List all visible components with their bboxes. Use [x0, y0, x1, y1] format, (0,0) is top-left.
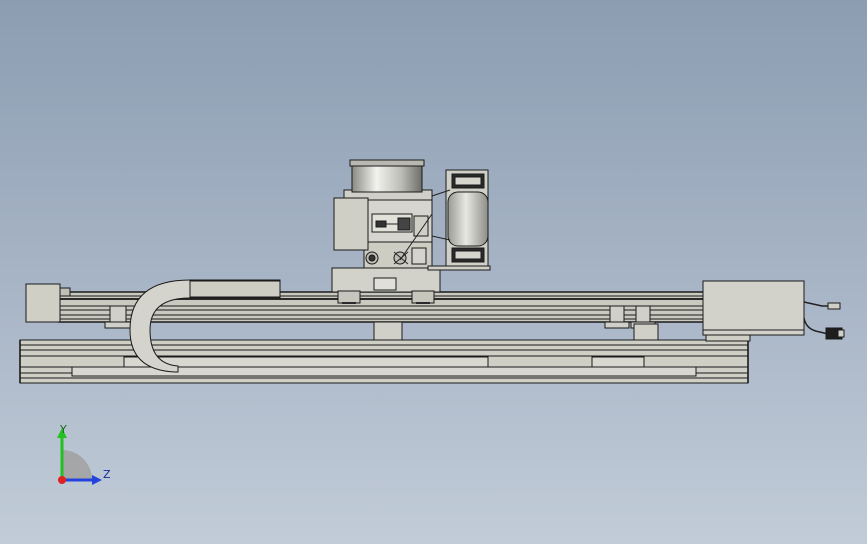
cad-viewport[interactable]: Y Z: [0, 0, 867, 544]
servo-motor-housing: [702, 280, 845, 342]
gearbox-reducer: [363, 239, 433, 269]
rotary-table-cylinder: [349, 159, 425, 193]
triad-axes-graphic: [57, 428, 102, 485]
linear-stage-assembly-model[interactable]: [0, 0, 867, 544]
cooling-fan-bracket: [427, 169, 491, 271]
coordinate-triad: Y Z: [40, 418, 120, 498]
axis-y-label: Y: [60, 423, 67, 436]
base-extrusion: [19, 339, 749, 384]
axis-z-label: Z: [103, 468, 111, 481]
